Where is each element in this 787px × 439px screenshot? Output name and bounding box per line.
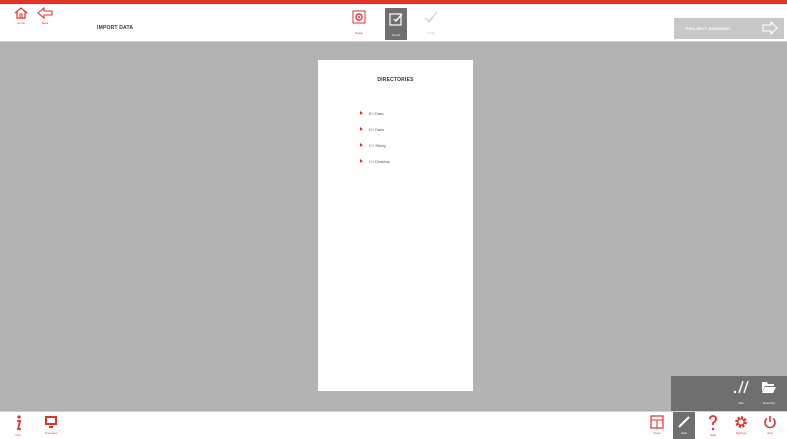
help-icon [709, 415, 717, 431]
import-directory-button[interactable]: Directory [758, 380, 780, 405]
top-toolbar: Home Back IMPORT DATA Setup Import Verif… [0, 4, 787, 42]
directory-item[interactable]: C:\ Sticky [360, 141, 386, 149]
pencil-icon [678, 416, 690, 428]
file-path-icon [733, 380, 749, 394]
info-button[interactable]: Info [7, 415, 29, 437]
directory-item[interactable]: D:\ Data [360, 125, 384, 133]
import-file-label: File [738, 401, 744, 405]
home-button[interactable]: Home [9, 7, 33, 25]
mode-verify-button: Verify [421, 10, 441, 35]
import-directory-label: Directory [762, 401, 775, 405]
forward-arrow-icon [762, 21, 778, 35]
info-icon [16, 415, 22, 430]
edit-button[interactable]: Edit [673, 412, 695, 439]
back-label: Back [41, 21, 49, 25]
settings-button[interactable]: Settings [730, 415, 752, 435]
page-title: IMPORT DATA [97, 25, 134, 31]
directory-label: C:\ Sticky [369, 142, 386, 148]
project-summary-label: PROJECT SUMMARY [686, 26, 732, 31]
info-label: Info [15, 433, 21, 437]
overview-button[interactable]: Overview [40, 415, 62, 435]
import-file-button[interactable]: File [730, 380, 752, 405]
overview-label: Overview [44, 431, 58, 435]
caret-right-icon [360, 111, 363, 115]
screen-icon [45, 416, 57, 428]
setup-icon [352, 10, 366, 24]
home-icon [14, 7, 28, 19]
back-arrow-icon [37, 7, 53, 19]
directories-title: DIRECTORIES [377, 77, 414, 83]
mode-import-label: Import [391, 33, 401, 37]
caret-right-icon [360, 159, 363, 163]
home-label: Home [16, 21, 25, 25]
close-panel-icon [650, 415, 664, 429]
exit-label: Exit [767, 431, 773, 435]
edit-label: Edit [681, 431, 687, 435]
directory-label: D:\ Data [369, 126, 384, 132]
close-label: Close [653, 431, 661, 435]
back-button[interactable]: Back [33, 7, 57, 25]
help-label: Help [709, 433, 717, 437]
mode-verify-label: Verify [427, 31, 435, 35]
close-panel-button[interactable]: Close [646, 415, 668, 435]
directory-label: E:\ Data [369, 110, 384, 116]
exit-button[interactable]: Exit [759, 415, 781, 435]
help-button[interactable]: Help [702, 415, 724, 437]
directory-item[interactable]: E:\ Data [360, 109, 383, 117]
folder-open-icon [762, 382, 776, 393]
project-summary-button[interactable]: PROJECT SUMMARY [674, 18, 784, 39]
mode-import-button[interactable]: Import [385, 8, 407, 40]
caret-right-icon [360, 143, 363, 147]
directory-item[interactable]: C:\ Desktop [360, 157, 390, 165]
directory-label: C:\ Desktop [369, 158, 390, 164]
bottom-toolbar: Info Overview Close Edit Help Settings E… [0, 411, 787, 439]
mode-setup-label: Setup [355, 31, 363, 35]
mode-setup-button[interactable]: Setup [349, 10, 369, 35]
caret-right-icon [360, 127, 363, 131]
verify-icon [424, 11, 438, 23]
power-icon [764, 416, 776, 429]
directories-panel: DIRECTORIES E:\ Data D:\ Data C:\ Sticky… [318, 60, 473, 391]
import-flyout-menu: File Directory [671, 376, 787, 411]
import-icon [389, 13, 403, 26]
settings-icon [735, 416, 747, 428]
settings-label: Settings [735, 431, 747, 435]
